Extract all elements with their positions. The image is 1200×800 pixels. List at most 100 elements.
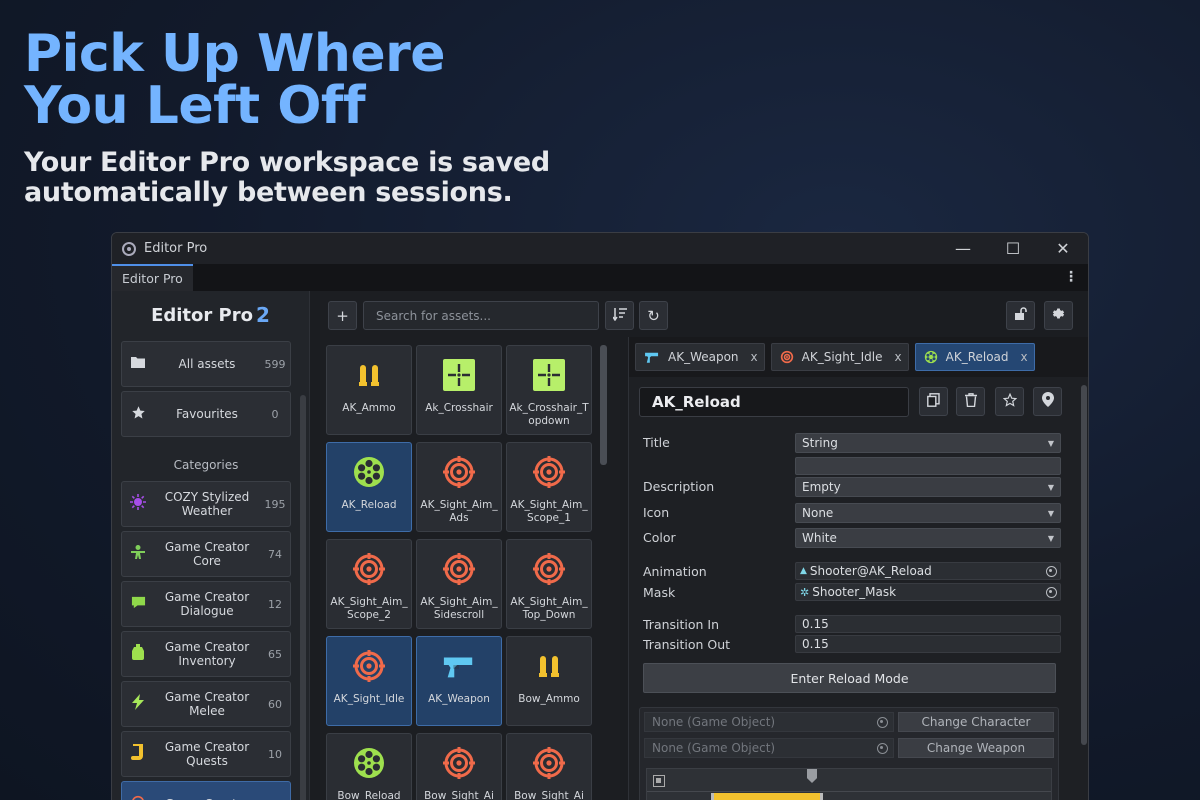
asset-tile[interactable]: Bow_Sight_Ai [416, 733, 502, 800]
more-options-icon[interactable]: ⋮ [1064, 269, 1078, 285]
maximize-button[interactable]: ☐ [988, 239, 1038, 258]
asset-tile[interactable]: AK_Sight_Aim_Ads [416, 442, 502, 532]
asset-tile[interactable]: AK_Sight_Aim_Scope_1 [506, 442, 592, 532]
asset-tile[interactable]: AK_Reload [326, 442, 412, 532]
object-picker-icon[interactable] [877, 742, 888, 754]
description-dropdown[interactable]: Empty ▼ [795, 477, 1061, 497]
copy-button[interactable] [919, 387, 948, 416]
title-type-dropdown[interactable]: String ▼ [795, 433, 1061, 453]
sidebar-category-item[interactable]: COZY Stylized Weather 195 [121, 481, 291, 527]
favourite-button[interactable] [995, 387, 1024, 416]
timeline-toggle-icon[interactable] [653, 775, 665, 787]
title-text-input[interactable] [795, 457, 1061, 475]
delete-button[interactable] [956, 387, 985, 416]
playhead-handle[interactable] [807, 769, 817, 783]
enter-reload-mode-button[interactable]: Enter Reload Mode [643, 663, 1056, 693]
inspector-tab[interactable]: AK_Weapon x [635, 343, 765, 371]
settings-button[interactable] [1044, 301, 1073, 330]
sidebar-category-item[interactable]: Game Creator Core 74 [121, 531, 291, 577]
asset-tile[interactable]: Ak_Crosshair_Topdown [506, 345, 592, 435]
sidebar-item-count: 74 [268, 547, 282, 561]
sidebar-scrollbar[interactable] [300, 395, 306, 800]
sidebar-item-all-assets[interactable]: All assets 599 [121, 341, 291, 387]
asset-name: AK_Reload [341, 499, 397, 511]
object-picker-icon[interactable] [1046, 586, 1057, 598]
inspector-tab[interactable]: AK_Sight_Idle x [770, 343, 909, 371]
locate-button[interactable] [1033, 387, 1062, 416]
timeline-clip[interactable] [711, 793, 823, 800]
asset-tile[interactable]: AK_Ammo [326, 345, 412, 435]
asset-tile[interactable]: Bow_Reload [326, 733, 412, 800]
asset-tile[interactable]: Ak_Crosshair [416, 345, 502, 435]
asset-name-field[interactable]: AK_Reload [639, 387, 909, 417]
copy-icon [927, 392, 940, 411]
gun-icon [644, 351, 660, 364]
ammo-icon [352, 358, 386, 392]
tab-editor-pro[interactable]: Editor Pro [112, 264, 193, 291]
inspector-tab[interactable]: AK_Reload x [914, 343, 1035, 371]
minimize-button[interactable]: — [938, 239, 988, 258]
sidebar-item-count: 65 [268, 647, 282, 661]
asset-tile[interactable]: AK_Sight_Aim_Top_Down [506, 539, 592, 629]
sidebar-category-item[interactable]: Game Creator Quests 10 [121, 731, 291, 777]
unlock-button[interactable] [1006, 301, 1035, 330]
star-outline-icon [1002, 392, 1017, 411]
mask-field[interactable]: ✲ Shooter_Mask [795, 583, 1061, 601]
speech-icon [122, 595, 154, 614]
asset-name: AK_Sight_Idle [333, 693, 405, 705]
target-icon [532, 746, 566, 780]
asset-tile[interactable]: AK_Weapon [416, 636, 502, 726]
search-input[interactable] [363, 301, 599, 330]
asset-tile[interactable]: AK_Sight_Aim_Sidescroll [416, 539, 502, 629]
inspector-scrollbar[interactable] [1081, 385, 1087, 745]
crosshair-icon [532, 358, 566, 392]
change-character-button[interactable]: Change Character [898, 712, 1054, 732]
asset-scrollbar[interactable] [600, 345, 607, 465]
chevron-down-icon: ▼ [1047, 508, 1054, 518]
hero-subtitle: Your Editor Pro workspace is saved autom… [24, 148, 550, 208]
add-asset-button[interactable]: + [328, 301, 357, 330]
animation-value: Shooter@AK_Reload [809, 564, 932, 578]
sidebar-category-item[interactable]: Game Creator Melee 60 [121, 681, 291, 727]
inspector-tab-label: AK_Sight_Idle [801, 350, 883, 364]
folder-icon [122, 356, 154, 372]
icon-dropdown[interactable]: None ▼ [795, 503, 1061, 523]
weapon-object-field[interactable]: None (Game Object) [644, 738, 894, 758]
transition-in-field[interactable]: 0.15 [795, 615, 1061, 633]
object-field-value: None (Game Object) [652, 741, 776, 755]
sidebar-item-label: COZY Stylized Weather [164, 490, 250, 518]
preview-panel: None (Game Object) Change Character None… [639, 707, 1059, 800]
asset-name: AK_Sight_Aim_Scope_2 [330, 596, 408, 621]
asset-name: Bow_Reload [337, 790, 401, 800]
asset-tile[interactable]: AK_Sight_Aim_Scope_2 [326, 539, 412, 629]
timeline[interactable] [646, 768, 1052, 800]
asset-name: Ak_Crosshair [425, 402, 493, 414]
animation-clip-icon: ▲ [800, 566, 807, 576]
sidebar-item-favourites[interactable]: Favourites 0 [121, 391, 291, 437]
close-tab-icon[interactable]: x [895, 350, 902, 364]
asset-tile[interactable]: AK_Sight_Idle [326, 636, 412, 726]
categories-heading: Categories [173, 458, 239, 472]
asset-browser: + ↻ AK_Ammo Ak_Crosshair Ak_Crosshair_To… [320, 291, 668, 800]
inspector-tabs: AK_Weapon x AK_Sight_Idle x AK_Reload x [629, 337, 1088, 377]
sort-button[interactable] [605, 301, 634, 330]
hero-subtitle-line-2: automatically between sessions. [24, 177, 513, 208]
object-picker-icon[interactable] [1046, 565, 1057, 577]
character-object-field[interactable]: None (Game Object) [644, 712, 894, 732]
object-picker-icon[interactable] [877, 716, 888, 728]
change-weapon-button[interactable]: Change Weapon [898, 738, 1054, 758]
close-button[interactable]: ✕ [1038, 239, 1088, 258]
sidebar-category-item[interactable]: Game Creator Inventory 65 [121, 631, 291, 677]
sidebar-category-item[interactable]: Game Creator [121, 781, 291, 800]
refresh-button[interactable]: ↻ [639, 301, 668, 330]
close-tab-icon[interactable]: x [1021, 350, 1028, 364]
asset-tile[interactable]: Bow_Ammo [506, 636, 592, 726]
sidebar-category-item[interactable]: Game Creator Dialogue 12 [121, 581, 291, 627]
transition-out-field[interactable]: 0.15 [795, 635, 1061, 653]
color-dropdown[interactable]: White ▼ [795, 528, 1061, 548]
sidebar-item-count: 12 [268, 597, 282, 611]
hero-title-line-1: Pick Up Where [24, 24, 446, 84]
close-tab-icon[interactable]: x [751, 350, 758, 364]
asset-tile[interactable]: Bow_Sight_Ai [506, 733, 592, 800]
animation-field[interactable]: ▲ Shooter@AK_Reload [795, 562, 1061, 580]
